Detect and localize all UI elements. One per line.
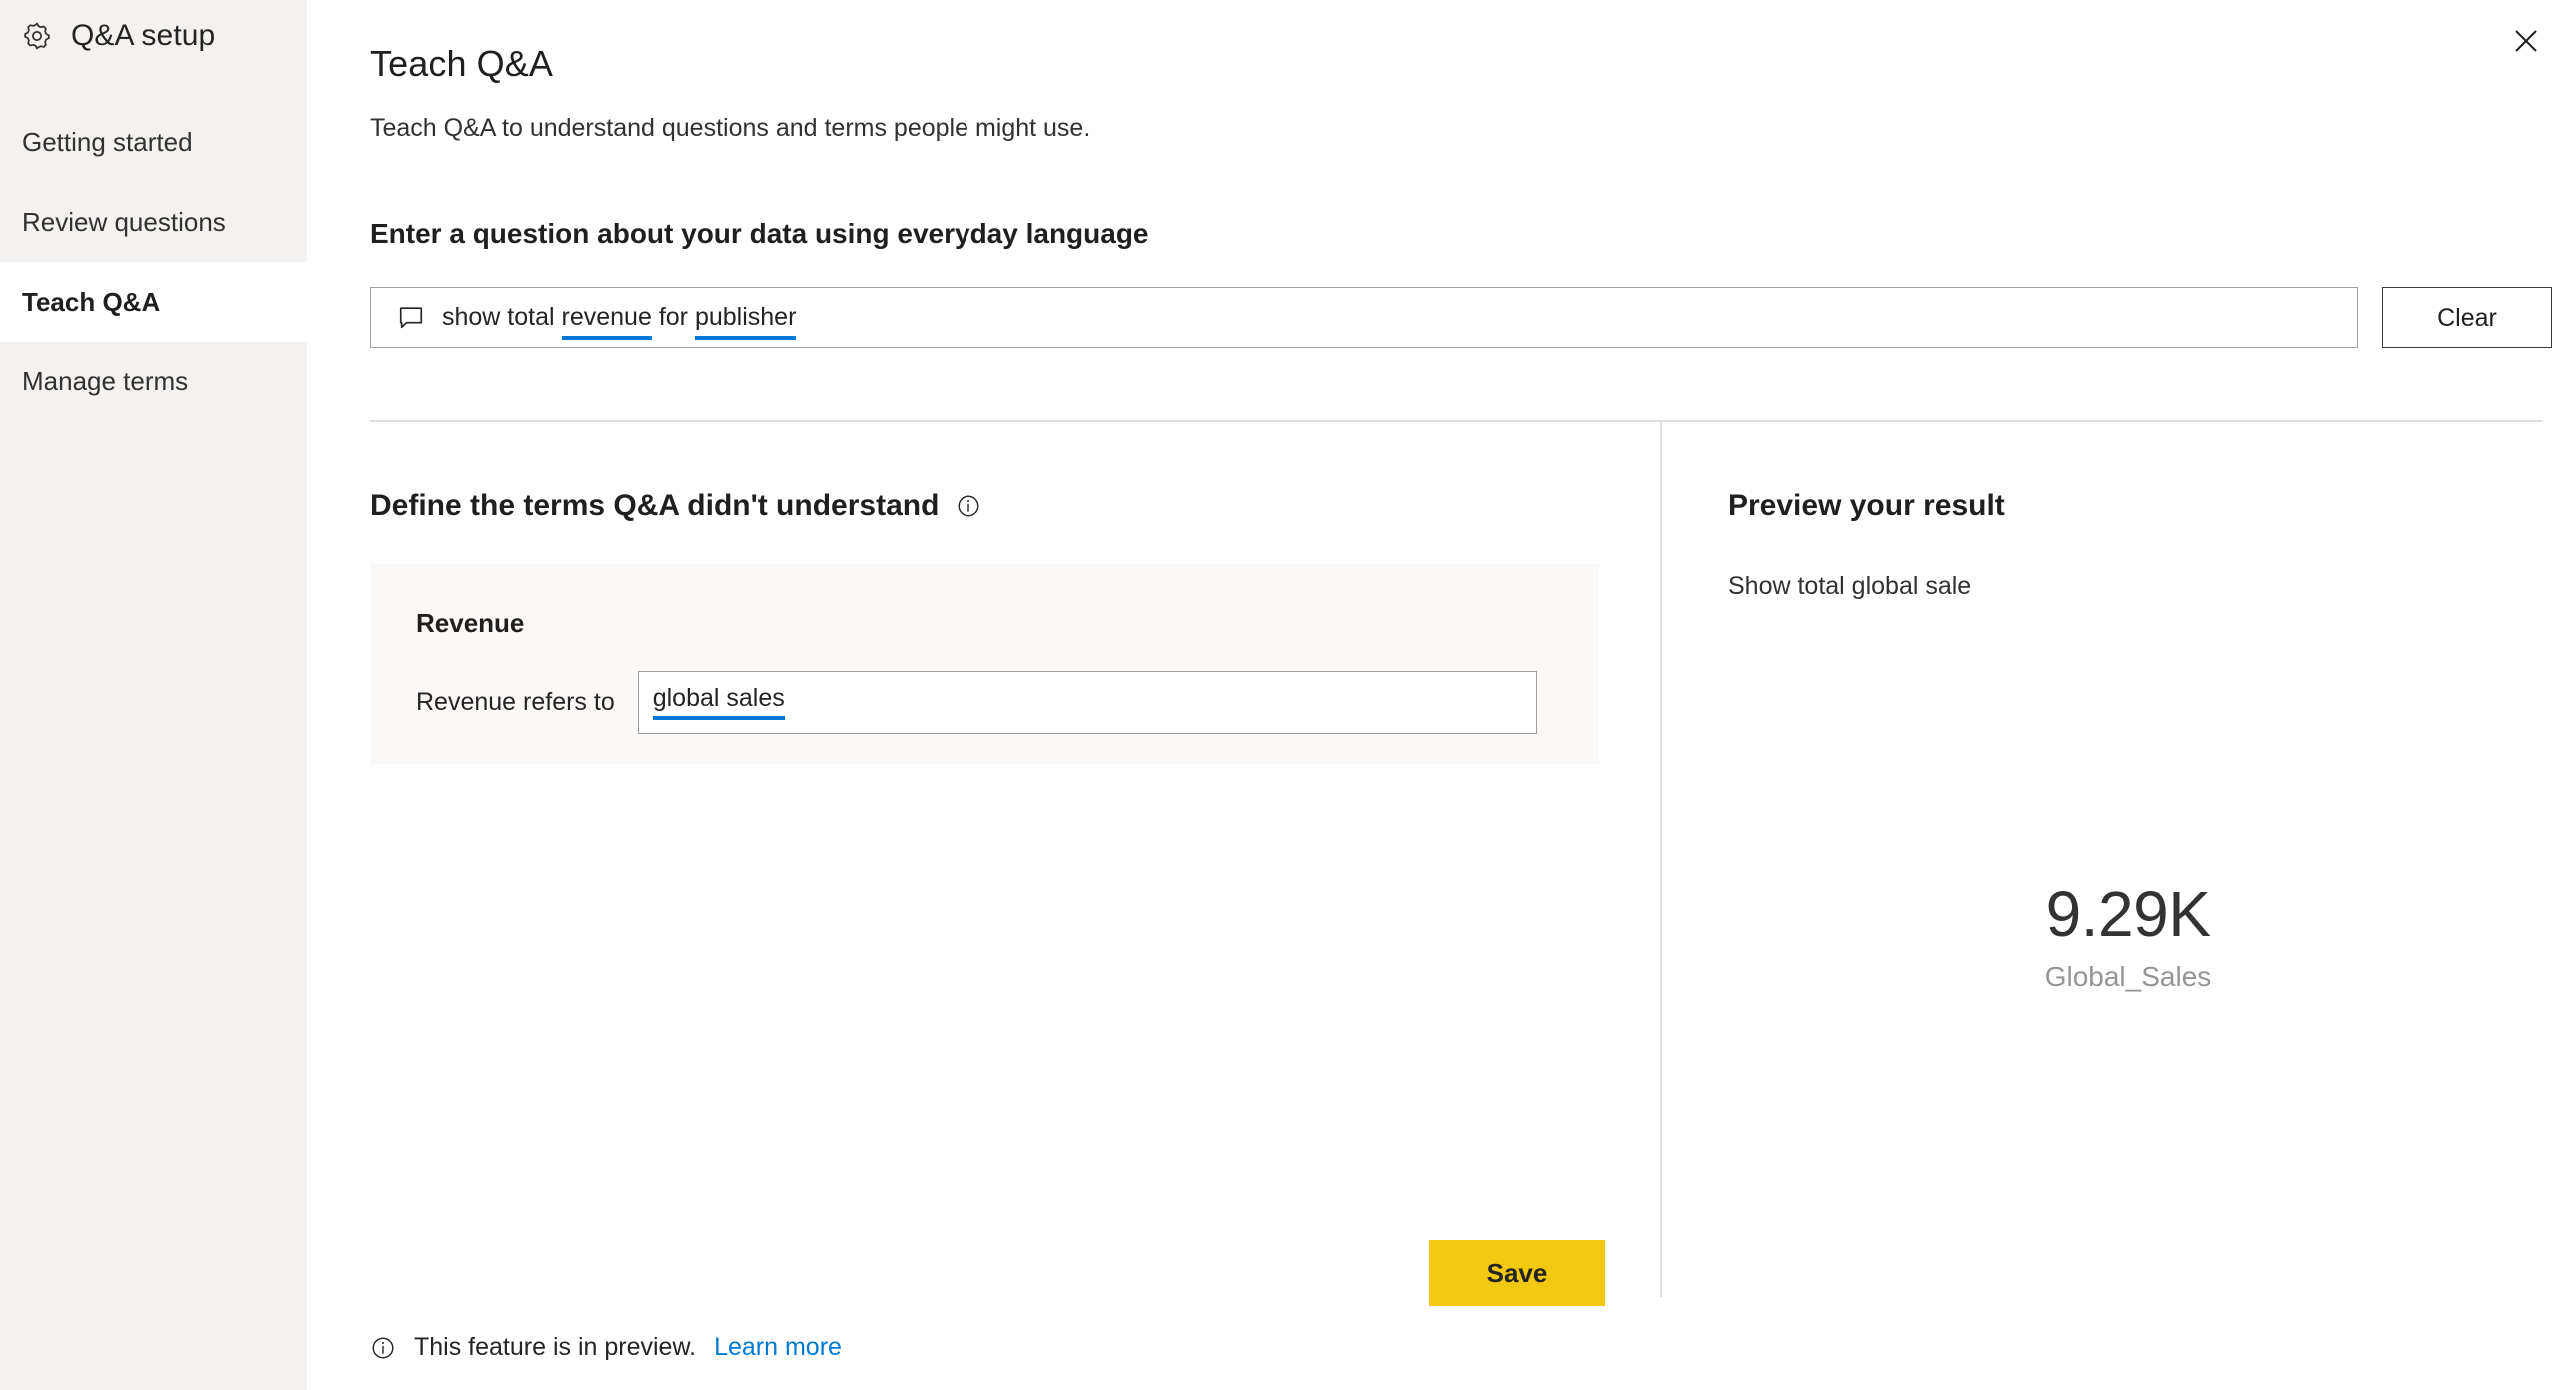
term-refers-row: Revenue refers to global sales bbox=[416, 671, 1537, 734]
term-refers-value: global sales bbox=[652, 685, 785, 720]
footer-text: This feature is in preview. bbox=[414, 1333, 697, 1361]
save-button[interactable]: Save bbox=[1429, 1240, 1605, 1306]
question-text: show total revenue for publisher bbox=[442, 302, 797, 340]
clear-button[interactable]: Clear bbox=[2382, 287, 2552, 348]
define-terms-header: Define the terms Q&A didn't understand bbox=[370, 489, 981, 523]
learn-more-link[interactable]: Learn more bbox=[714, 1333, 842, 1362]
sidebar-title: Q&A setup bbox=[71, 19, 216, 52]
horizontal-divider bbox=[370, 420, 2543, 422]
question-prefix: show total bbox=[442, 302, 562, 331]
sidebar-item-manage-terms[interactable]: Manage terms bbox=[0, 342, 307, 421]
sidebar-item-getting-started[interactable]: Getting started bbox=[0, 102, 307, 182]
info-icon[interactable] bbox=[956, 493, 981, 519]
term-refers-label: Revenue refers to bbox=[416, 688, 615, 716]
qa-setup-dialog: Q&A setup Getting started Review questio… bbox=[0, 0, 2576, 1390]
sidebar-item-teach-qa[interactable]: Teach Q&A bbox=[0, 262, 307, 342]
kpi-label: Global_Sales bbox=[2044, 961, 2212, 993]
page-subtitle: Teach Q&A to understand questions and te… bbox=[370, 114, 1091, 142]
preview-kpi-card: 9.29K Global_Sales bbox=[1728, 879, 2527, 993]
close-button[interactable] bbox=[2500, 16, 2552, 68]
sidebar: Q&A setup Getting started Review questio… bbox=[0, 0, 307, 1390]
term-refers-input[interactable]: global sales bbox=[637, 671, 1537, 734]
term-name: Revenue bbox=[416, 608, 525, 638]
info-icon bbox=[370, 1335, 396, 1361]
sidebar-nav: Getting started Review questions Teach Q… bbox=[0, 102, 307, 421]
question-section-label: Enter a question about your data using e… bbox=[370, 218, 1149, 249]
sidebar-header: Q&A setup bbox=[0, 0, 307, 72]
define-terms-title: Define the terms Q&A didn't understand bbox=[370, 489, 940, 522]
sidebar-item-review-questions[interactable]: Review questions bbox=[0, 182, 307, 262]
page-title: Teach Q&A bbox=[370, 43, 553, 84]
question-row: show total revenue for publisher Clear bbox=[370, 287, 2552, 348]
question-middle: for bbox=[651, 302, 695, 331]
preview-subtitle: Show total global sale bbox=[1728, 572, 1972, 600]
chat-bubble-icon bbox=[397, 304, 425, 332]
question-token-revenue[interactable]: revenue bbox=[561, 302, 652, 340]
vertical-divider bbox=[1660, 422, 1662, 1297]
preview-footer: This feature is in preview. Learn more bbox=[370, 1333, 842, 1362]
main-content: Teach Q&A Teach Q&A to understand questi… bbox=[307, 0, 2576, 1390]
question-input[interactable]: show total revenue for publisher bbox=[370, 287, 2358, 348]
close-icon bbox=[2511, 26, 2541, 59]
question-token-publisher[interactable]: publisher bbox=[694, 302, 797, 340]
kpi-value: 9.29K bbox=[2045, 878, 2211, 950]
term-definition-card: Revenue Revenue refers to global sales bbox=[370, 564, 1599, 764]
preview-title: Preview your result bbox=[1728, 489, 2005, 522]
gear-icon bbox=[20, 19, 54, 53]
